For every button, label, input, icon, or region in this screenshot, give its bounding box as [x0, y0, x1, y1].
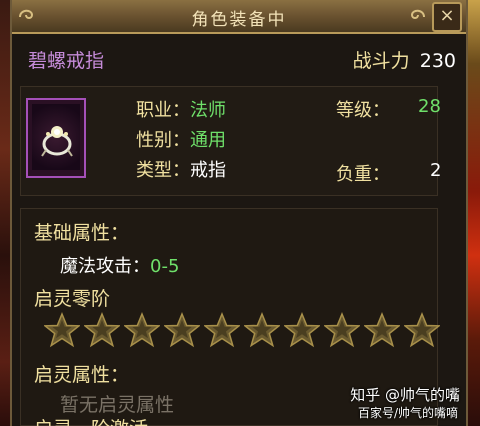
close-icon[interactable]: ×	[432, 2, 462, 32]
swirl-ornament-icon	[410, 9, 425, 19]
watermark-baijiahao: 百家号/帅气的嘴嘀	[357, 406, 458, 420]
gender-value: 通用	[190, 130, 226, 151]
empty-star-icon	[204, 312, 240, 348]
class-value: 法师	[190, 100, 226, 121]
title-bar: 角色装备中 ×	[12, 0, 466, 34]
combat-power-label: 战斗力	[352, 50, 410, 72]
base-attributes-title: 基础属性：	[34, 222, 130, 244]
spirit-empty-text: 暂无启灵属性	[60, 394, 175, 416]
weight-label: 负重：	[336, 164, 390, 185]
empty-star-icon	[124, 312, 160, 348]
empty-star-icon	[84, 312, 120, 348]
gender-row: 性别：通用	[136, 126, 226, 152]
empty-star-icon	[244, 312, 280, 348]
magic-attack-label: 魔法攻击：	[60, 256, 150, 277]
type-row: 类型：戒指	[136, 156, 226, 182]
type-value: 戒指	[190, 160, 226, 181]
class-row: 职业：法师	[136, 96, 226, 122]
weight-value: 2	[430, 160, 442, 181]
level-value: 28	[418, 96, 441, 117]
empty-star-icon	[44, 312, 80, 348]
empty-star-icon	[404, 312, 440, 348]
empty-star-icon	[164, 312, 200, 348]
empty-star-icon	[364, 312, 400, 348]
item-name: 碧螺戒指	[28, 50, 105, 72]
level-label: 等级：	[336, 100, 390, 121]
ring-icon	[41, 126, 73, 157]
watermark-zhihu: 知乎 @帅气的嘴	[350, 386, 460, 404]
magic-attack-row: 魔法攻击：0-5	[60, 252, 179, 278]
star-rating	[44, 312, 444, 350]
item-icon-frame[interactable]	[26, 94, 88, 186]
spirit-attributes-title: 启灵属性：	[34, 364, 130, 386]
class-label: 职业：	[136, 100, 190, 121]
type-label: 类型：	[136, 160, 190, 181]
combat-power: 战斗力 230	[353, 46, 456, 73]
empty-star-icon	[284, 312, 320, 348]
window-title: 角色装备中	[191, 10, 287, 30]
gender-label: 性别：	[136, 130, 190, 151]
spirit-stage-title: 启灵零阶	[34, 288, 111, 310]
empty-star-icon	[324, 312, 360, 348]
spirit-stage-one-text: 启灵一阶激活	[34, 414, 148, 426]
magic-attack-value: 0-5	[150, 256, 180, 277]
combat-power-value: 230	[419, 50, 456, 72]
